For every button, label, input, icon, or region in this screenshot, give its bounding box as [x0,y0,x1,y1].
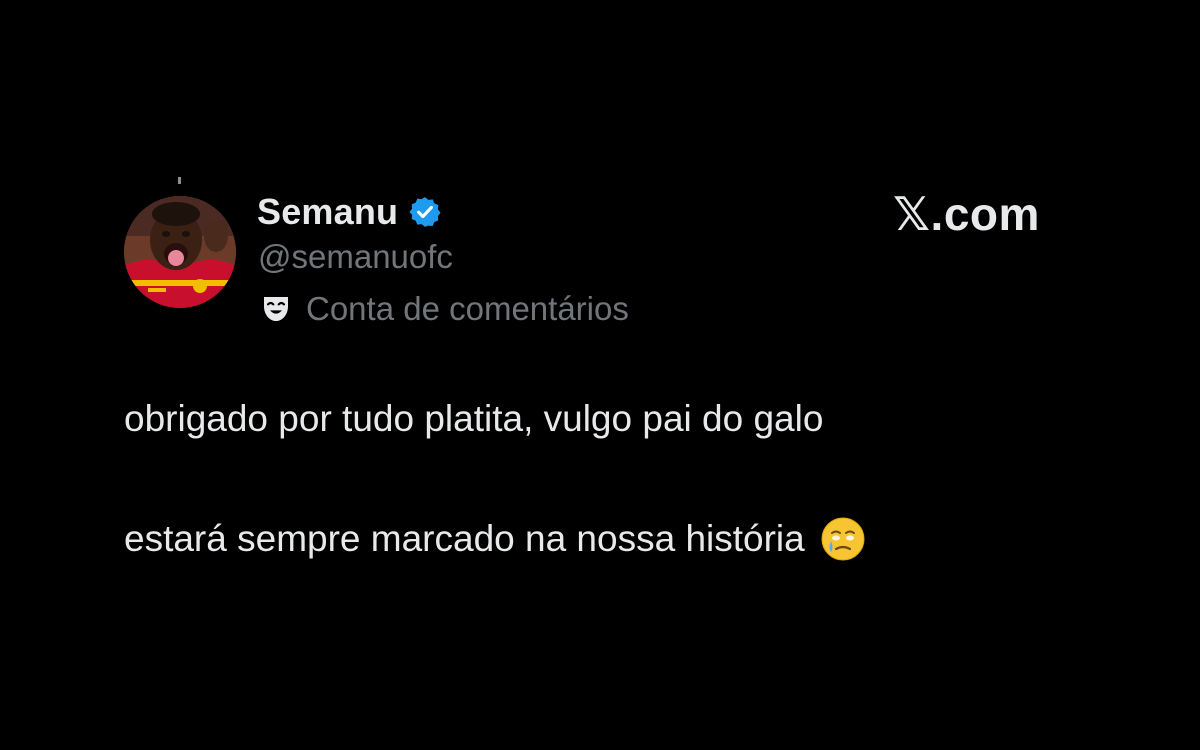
top-mark [178,177,181,184]
verified-badge-icon[interactable] [408,195,442,229]
theater-masks-icon [260,293,292,325]
post-text-line-2-content: estará sempre marcado na nossa história [124,518,805,559]
face-holding-back-tears-icon [819,515,867,563]
author-name-row: Semanu [257,190,442,234]
user-handle[interactable]: @semanuofc [258,238,453,276]
account-label: Conta de comentários [306,290,629,327]
account-label-row: Conta de comentários [260,287,629,331]
avatar[interactable] [124,196,236,308]
x-com-watermark: 𝕏.com [893,188,1040,240]
display-name[interactable]: Semanu [257,191,398,233]
post-text-line-1-content: obrigado por tudo platita, vulgo pai do … [124,398,824,439]
post-screenshot: Semanu @semanuofc Conta de comentários 𝕏… [0,0,1200,750]
avatar-image [124,196,236,308]
post-text-line-1: obrigado por tudo platita, vulgo pai do … [124,398,823,440]
post-text-line-2: estará sempre marcado na nossa história [124,515,867,563]
